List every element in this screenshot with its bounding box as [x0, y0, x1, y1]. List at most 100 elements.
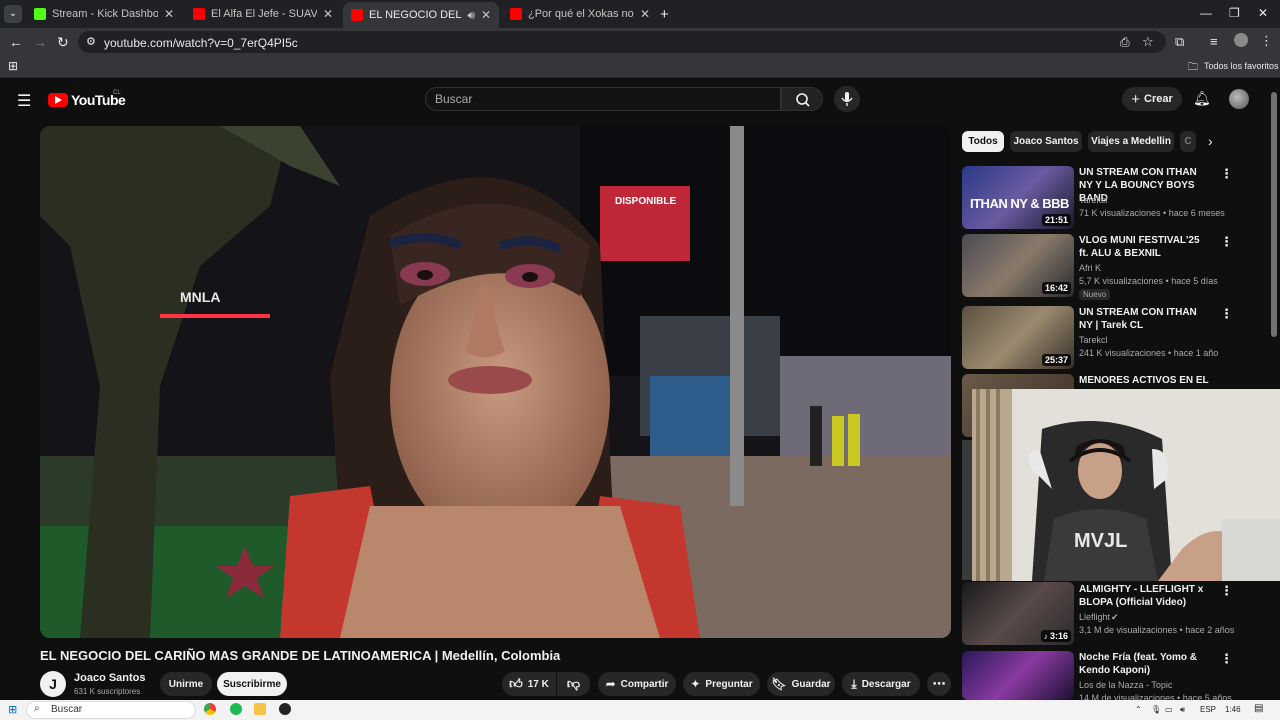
- save-button[interactable]: 🔖︎ Guardar: [767, 672, 835, 696]
- webcam-overlay: MVJL: [972, 389, 1280, 581]
- download-button[interactable]: ⤓ Descargar: [842, 672, 920, 696]
- close-tab-icon[interactable]: ✕: [323, 7, 333, 21]
- close-tab-icon[interactable]: ✕: [640, 7, 650, 21]
- taskbar-search-input[interactable]: Buscar: [26, 701, 196, 719]
- bookmark-icon: 🔖︎: [771, 677, 787, 691]
- url-text[interactable]: youtube.com/watch?v=0_7erQ4PI5c: [104, 36, 298, 50]
- channel-avatar[interactable]: J: [40, 671, 66, 697]
- close-tab-icon[interactable]: ✕: [481, 8, 491, 22]
- browser-tab-xokas[interactable]: ¿Por qué el Xokas no sube de e ✕: [502, 2, 658, 26]
- ask-button[interactable]: ✦ Preguntar: [683, 672, 760, 696]
- browser-menu-icon[interactable]: ⋮: [1260, 33, 1273, 49]
- related-thumbnail[interactable]: 16:42: [962, 234, 1074, 297]
- more-vertical-icon[interactable]: ⋮: [1220, 583, 1233, 599]
- extensions-icon[interactable]: ⧉: [1175, 34, 1184, 50]
- duration-text: 3:16: [1049, 631, 1068, 641]
- volume-tray-icon[interactable]: 🔊︎: [1180, 705, 1185, 715]
- chip-partial[interactable]: C: [1180, 131, 1196, 152]
- file-explorer-taskbar-icon[interactable]: [254, 703, 266, 715]
- browser-tab-el-alfa[interactable]: El Alfa El Jefe - SUAVE (Remix) f ✕: [185, 2, 341, 26]
- related-title[interactable]: UN STREAM CON ITHAN NY | Tarek CL: [1079, 306, 1211, 332]
- related-channel[interactable]: Afri K: [1079, 263, 1101, 273]
- search-button[interactable]: [781, 87, 823, 111]
- voice-search-button[interactable]: [834, 86, 860, 112]
- forward-icon[interactable]: →: [33, 34, 47, 50]
- related-channel[interactable]: Lleflight: [1079, 612, 1110, 622]
- video-frame: DISPONIBLE MNLA: [40, 126, 951, 638]
- channel-name[interactable]: Joaco Santos: [74, 672, 146, 684]
- network-tray-icon[interactable]: ▭: [1165, 705, 1173, 714]
- language-indicator[interactable]: ESP: [1200, 705, 1216, 714]
- related-thumbnail[interactable]: [962, 651, 1074, 700]
- notifications-tray-icon[interactable]: ▤: [1254, 703, 1263, 714]
- join-button[interactable]: Unirme: [160, 672, 212, 696]
- related-channel[interactable]: Tarekcl: [1079, 335, 1108, 345]
- share-button[interactable]: ➦ Compartir: [598, 672, 676, 696]
- page-scrollbar[interactable]: [1271, 92, 1277, 337]
- install-app-icon[interactable]: ⎙: [1120, 35, 1130, 50]
- hamburger-menu-icon[interactable]: ☰: [17, 91, 31, 111]
- covered-thumbnails: [962, 440, 972, 580]
- obs-taskbar-icon[interactable]: [279, 703, 291, 715]
- chevron-right-icon[interactable]: ›: [1208, 133, 1213, 149]
- subscribe-button[interactable]: Suscribirme: [217, 672, 287, 696]
- new-tab-button[interactable]: +: [660, 2, 680, 26]
- more-vertical-icon[interactable]: ⋮: [1220, 306, 1233, 322]
- more-actions-button[interactable]: ⋯: [927, 672, 951, 696]
- tab-title: EL NEGOCIO DEL CARIÑO M: [369, 9, 463, 21]
- taskbar-search-icon: ⌕: [34, 703, 40, 714]
- related-title[interactable]: MENORES ACTIVOS EN EL: [1079, 374, 1211, 387]
- create-button[interactable]: + Crear: [1122, 87, 1182, 111]
- reload-icon[interactable]: ↻: [57, 34, 69, 51]
- chip-joaco-santos[interactable]: Joaco Santos: [1010, 131, 1082, 152]
- create-label: Crear: [1144, 93, 1173, 105]
- related-title[interactable]: ALMIGHTY - LLEFLIGHT x BLOPA (Official V…: [1079, 583, 1211, 609]
- tray-chevron-icon[interactable]: ⌃: [1135, 705, 1142, 714]
- more-vertical-icon[interactable]: ⋮: [1220, 651, 1233, 667]
- sparkle-icon: ✦: [690, 677, 701, 691]
- speaker-icon[interactable]: 🔊︎: [467, 8, 475, 23]
- notifications-bell-icon[interactable]: 🔔︎: [1193, 90, 1211, 107]
- chrome-taskbar-icon[interactable]: [204, 703, 216, 715]
- like-button[interactable]: 👍︎ 17 K: [502, 672, 556, 696]
- close-tab-icon[interactable]: ✕: [164, 7, 174, 21]
- account-avatar[interactable]: [1229, 89, 1249, 109]
- video-player[interactable]: DISPONIBLE MNLA: [40, 126, 951, 638]
- chip-label: Joaco Santos: [1013, 136, 1079, 147]
- more-vertical-icon[interactable]: ⋮: [1220, 234, 1233, 250]
- bookmark-star-icon[interactable]: ☆: [1142, 34, 1154, 50]
- verified-check-icon: ✔: [1111, 612, 1119, 622]
- related-title[interactable]: VLOG MUNI FESTIVAL'25 ft. ALU & BEXNIL: [1079, 234, 1211, 260]
- clock[interactable]: 1:46: [1225, 705, 1241, 714]
- related-thumbnail[interactable]: ITHAN NY & BBB 21:51: [962, 166, 1074, 229]
- restore-icon[interactable]: ❐: [1229, 6, 1240, 20]
- youtube-play-glyph-icon: [55, 96, 62, 104]
- related-channel[interactable]: Los de la Nazza - Topic: [1079, 680, 1172, 690]
- related-thumbnail[interactable]: ♪ 3:16: [962, 582, 1074, 645]
- related-thumbnail[interactable]: 25:37: [962, 306, 1074, 369]
- tab-search-button[interactable]: ⌄: [4, 5, 22, 23]
- related-meta: 5,7 K visualizaciones • hace 5 días: [1079, 276, 1218, 286]
- apps-grid-icon[interactable]: ⊞: [8, 59, 18, 73]
- browser-tab-active[interactable]: EL NEGOCIO DEL CARIÑO M 🔊︎ ✕: [343, 2, 499, 28]
- spotify-taskbar-icon[interactable]: [230, 703, 242, 715]
- minimize-icon[interactable]: —: [1200, 6, 1212, 20]
- tab-title: ¿Por qué el Xokas no sube de e: [528, 8, 634, 20]
- site-info-icon[interactable]: ⚙: [86, 35, 96, 48]
- windows-start-icon[interactable]: ⊞: [8, 703, 17, 716]
- profile-avatar-icon[interactable]: [1234, 33, 1248, 47]
- media-controls-icon[interactable]: ≡: [1210, 34, 1218, 49]
- back-icon[interactable]: ←: [9, 34, 23, 50]
- dislike-button[interactable]: 👎︎: [557, 672, 590, 696]
- chip-todos[interactable]: Todos: [962, 131, 1004, 152]
- chip-viajes-medellin[interactable]: Viajes a Medellin: [1088, 131, 1174, 152]
- close-window-icon[interactable]: ✕: [1258, 6, 1268, 20]
- thumbnail-text: ITHAN NY & BBB: [970, 196, 1069, 211]
- all-bookmarks-link[interactable]: Todos los favoritos: [1204, 61, 1279, 71]
- related-channel[interactable]: Tarekcl: [1079, 195, 1108, 205]
- related-title[interactable]: Noche Fría (feat. Yomo & Kendo Kaponi): [1079, 651, 1211, 677]
- browser-tab-kick[interactable]: Stream - Kick Dashboard ✕: [26, 2, 182, 26]
- search-input[interactable]: Buscar: [425, 87, 781, 111]
- mic-tray-icon[interactable]: 🎙︎: [1151, 705, 1161, 714]
- more-vertical-icon[interactable]: ⋮: [1220, 166, 1233, 182]
